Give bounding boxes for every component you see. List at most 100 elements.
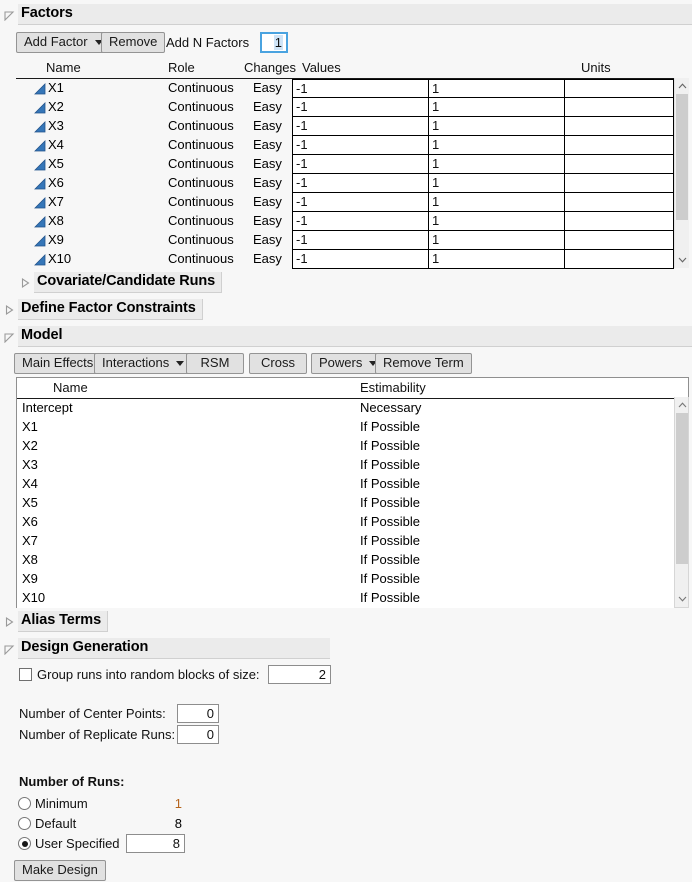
factor-changes[interactable]: Easy (253, 213, 282, 228)
factor-changes[interactable]: Easy (253, 99, 282, 114)
section-header-define-factor-constraints[interactable]: Define Factor Constraints (3, 299, 203, 320)
model-scrollbar[interactable] (674, 397, 689, 608)
block-size-input[interactable]: 2 (268, 665, 331, 684)
factor-role[interactable]: Continuous (168, 118, 234, 133)
rsm-button[interactable]: RSM (186, 353, 244, 374)
factor-changes[interactable]: Easy (253, 156, 282, 171)
factor-units-value[interactable] (564, 250, 674, 269)
remove-factor-button[interactable]: Remove (101, 32, 166, 53)
factor-role[interactable]: Continuous (168, 99, 234, 114)
factor-high-value[interactable]: 1 (428, 212, 565, 231)
interactions-button[interactable]: Interactions (94, 353, 193, 374)
factors-scrollbar[interactable] (674, 78, 689, 268)
table-row[interactable]: X1 Continuous Easy -1 1 (16, 79, 689, 98)
factor-changes[interactable]: Easy (253, 175, 282, 190)
factor-low-value[interactable]: -1 (292, 117, 429, 136)
model-term-estimability[interactable]: If Possible (360, 571, 420, 586)
factor-role[interactable]: Continuous (168, 175, 234, 190)
model-term-estimability[interactable]: If Possible (360, 533, 420, 548)
factor-low-value[interactable]: -1 (292, 193, 429, 212)
factor-changes[interactable]: Easy (253, 137, 282, 152)
scroll-down-icon[interactable] (675, 252, 689, 267)
model-scrollbar-thumb[interactable] (676, 413, 688, 564)
table-row[interactable]: X3 Continuous Easy -1 1 (16, 117, 689, 136)
table-row[interactable]: X6 Continuous Easy -1 1 (16, 174, 689, 193)
factor-high-value[interactable]: 1 (428, 155, 565, 174)
list-item[interactable]: X7 If Possible (17, 532, 688, 551)
model-term-estimability[interactable]: Necessary (360, 400, 421, 415)
model-term-estimability[interactable]: If Possible (360, 438, 420, 453)
factor-low-value[interactable]: -1 (292, 174, 429, 193)
factor-role[interactable]: Continuous (168, 213, 234, 228)
table-row[interactable]: X8 Continuous Easy -1 1 (16, 212, 689, 231)
cross-button[interactable]: Cross (249, 353, 307, 374)
section-header-model[interactable]: Model (3, 326, 692, 347)
table-row[interactable]: X7 Continuous Easy -1 1 (16, 193, 689, 212)
model-term-estimability[interactable]: If Possible (360, 476, 420, 491)
list-item[interactable]: X10 If Possible (17, 589, 688, 608)
factor-high-value[interactable]: 1 (428, 136, 565, 155)
table-row[interactable]: X2 Continuous Easy -1 1 (16, 98, 689, 117)
disclosure-open-icon[interactable] (3, 331, 15, 343)
factor-low-value[interactable]: -1 (292, 231, 429, 250)
factor-role[interactable]: Continuous (168, 232, 234, 247)
disclosure-closed-icon[interactable] (3, 616, 15, 628)
model-term-estimability[interactable]: If Possible (360, 590, 420, 605)
model-term-estimability[interactable]: If Possible (360, 457, 420, 472)
disclosure-open-icon[interactable] (3, 643, 15, 655)
list-item[interactable]: Intercept Necessary (17, 399, 688, 418)
list-item[interactable]: X4 If Possible (17, 475, 688, 494)
disclosure-closed-icon[interactable] (3, 304, 15, 316)
group-runs-checkbox[interactable] (19, 668, 32, 681)
factor-changes[interactable]: Easy (253, 251, 282, 266)
replicate-runs-input[interactable]: 0 (177, 725, 219, 744)
list-item[interactable]: X1 If Possible (17, 418, 688, 437)
add-factor-button[interactable]: Add Factor (16, 32, 111, 53)
disclosure-closed-icon[interactable] (19, 277, 31, 289)
table-row[interactable]: X9 Continuous Easy -1 1 (16, 231, 689, 250)
section-header-factors[interactable]: Factors (3, 4, 692, 25)
factor-units-value[interactable] (564, 117, 674, 136)
factor-high-value[interactable]: 1 (428, 79, 565, 98)
factor-units-value[interactable] (564, 193, 674, 212)
factor-role[interactable]: Continuous (168, 251, 234, 266)
factor-units-value[interactable] (564, 155, 674, 174)
factor-role[interactable]: Continuous (168, 156, 234, 171)
section-header-design-generation[interactable]: Design Generation (3, 638, 330, 659)
list-item[interactable]: X6 If Possible (17, 513, 688, 532)
factor-high-value[interactable]: 1 (428, 231, 565, 250)
list-item[interactable]: X2 If Possible (17, 437, 688, 456)
scroll-up-icon[interactable] (675, 397, 689, 412)
factor-low-value[interactable]: -1 (292, 79, 429, 98)
factor-high-value[interactable]: 1 (428, 193, 565, 212)
factor-low-value[interactable]: -1 (292, 136, 429, 155)
table-row[interactable]: X10 Continuous Easy -1 1 (16, 250, 689, 269)
factor-units-value[interactable] (564, 98, 674, 117)
scroll-up-icon[interactable] (675, 78, 689, 93)
factors-scrollbar-thumb[interactable] (676, 94, 688, 220)
list-item[interactable]: X5 If Possible (17, 494, 688, 513)
factor-units-value[interactable] (564, 231, 674, 250)
factor-role[interactable]: Continuous (168, 194, 234, 209)
radio-user-specified[interactable] (18, 837, 31, 850)
list-item[interactable]: X8 If Possible (17, 551, 688, 570)
section-header-alias-terms[interactable]: Alias Terms (3, 611, 109, 632)
disclosure-open-icon[interactable] (3, 9, 15, 21)
factor-low-value[interactable]: -1 (292, 98, 429, 117)
make-design-button[interactable]: Make Design (14, 860, 106, 881)
radio-minimum[interactable] (18, 797, 31, 810)
factor-high-value[interactable]: 1 (428, 98, 565, 117)
factor-low-value[interactable]: -1 (292, 155, 429, 174)
factor-role[interactable]: Continuous (168, 80, 234, 95)
main-effects-button[interactable]: Main Effects (14, 353, 102, 374)
user-specified-runs-input[interactable]: 8 (126, 834, 185, 853)
model-term-estimability[interactable]: If Possible (360, 495, 420, 510)
center-points-input[interactable]: 0 (177, 704, 219, 723)
factor-low-value[interactable]: -1 (292, 212, 429, 231)
factor-units-value[interactable] (564, 79, 674, 98)
factor-changes[interactable]: Easy (253, 118, 282, 133)
factor-changes[interactable]: Easy (253, 194, 282, 209)
factor-high-value[interactable]: 1 (428, 117, 565, 136)
factor-changes[interactable]: Easy (253, 232, 282, 247)
radio-default[interactable] (18, 817, 31, 830)
